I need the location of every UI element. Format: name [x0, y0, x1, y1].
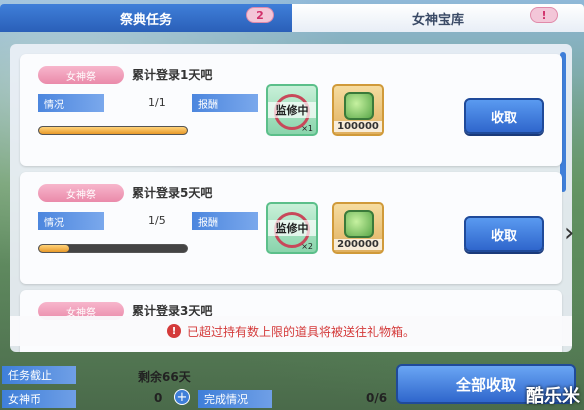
tab-goddess-vault[interactable]: 女神宝库 !: [292, 4, 584, 32]
progress-value: 1/5: [148, 214, 166, 227]
tab-festival-tasks[interactable]: 祭典任务 2: [0, 4, 292, 32]
stamp-text: 监修中: [268, 220, 316, 236]
reward-label: 报酬: [192, 94, 258, 112]
item-count: ×1: [301, 124, 313, 133]
footer-bar: 任务截止 剩余66天 女神币 0 + 完成情况 0/6 全部收取 酷乐米: [0, 360, 584, 410]
reward-item-coins[interactable]: 200000: [332, 202, 384, 254]
progress-bar: [38, 126, 188, 135]
reward-item-stamp[interactable]: 监修中 ×2: [266, 202, 318, 254]
coin-pile-icon: [344, 210, 374, 238]
task-tag: 女神祭: [38, 184, 124, 202]
tab-vault-badge: !: [530, 7, 558, 23]
completion-label: 完成情况: [198, 390, 272, 408]
task-card: 女神祭 累计登录5天吧 情况 1/5 报酬 监修中 ×2 200000 收取: [20, 172, 562, 284]
goddess-coin-value: 0: [154, 391, 163, 405]
coin-amount: 100000: [334, 121, 382, 132]
progress-bar-fill: [39, 245, 69, 252]
warning-text: 已超过持有数上限的道具将被送往礼物箱。: [186, 324, 415, 339]
goddess-coin-label: 女神币: [2, 390, 76, 408]
remaining-days: 剩余66天: [138, 370, 191, 384]
reward-item-coins[interactable]: 100000: [332, 84, 384, 136]
progress-value: 1/1: [148, 96, 166, 109]
reward-label: 报酬: [192, 212, 258, 230]
task-tag: 女神祭: [38, 66, 124, 84]
tab-festival-tasks-label: 祭典任务: [119, 12, 172, 28]
progress-bar: [38, 244, 188, 253]
progress-bar-fill: [39, 127, 187, 134]
stamp-text: 监修中: [268, 102, 316, 118]
status-label: 情况: [38, 94, 104, 112]
tab-bar: 祭典任务 2 女神宝库 !: [0, 4, 584, 32]
status-label: 情况: [38, 212, 104, 230]
coin-amount: 200000: [334, 239, 382, 250]
tab-goddess-vault-label: 女神宝库: [411, 12, 464, 28]
overflow-warning: ! 已超过持有数上限的道具将被送往礼物箱。: [10, 316, 572, 346]
deadline-label: 任务截止: [2, 366, 76, 384]
item-count: ×2: [301, 242, 313, 251]
task-card: 女神祭 累计登录1天吧 情况 1/1 报酬 监修中 ×1 100000 收取: [20, 54, 562, 166]
tab-festival-badge: 2: [246, 7, 274, 23]
reward-item-stamp[interactable]: 监修中 ×1: [266, 84, 318, 136]
claim-button[interactable]: 收取: [464, 98, 544, 134]
warning-icon: !: [166, 324, 181, 338]
completion-value: 0/6: [366, 391, 388, 405]
add-coin-button[interactable]: +: [174, 389, 190, 405]
claim-button[interactable]: 收取: [464, 216, 544, 252]
coin-pile-icon: [344, 92, 374, 120]
watermark-logo: 酷乐米: [526, 386, 580, 407]
task-list-panel[interactable]: 女神祭 累计登录1天吧 情况 1/1 报酬 监修中 ×1 100000 收取 女…: [10, 44, 572, 352]
task-title: 累计登录5天吧: [132, 186, 213, 200]
task-title: 累计登录1天吧: [132, 68, 213, 82]
chevron-right-icon[interactable]: ›: [564, 218, 578, 248]
